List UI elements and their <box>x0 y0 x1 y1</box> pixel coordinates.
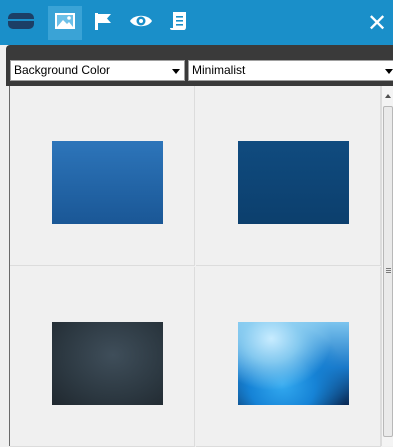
style-select-value: Minimalist <box>192 63 246 77</box>
filter-bar: Background Color Minimalist <box>6 58 393 86</box>
scroll-up-arrow[interactable] <box>385 94 391 98</box>
script-icon <box>169 10 189 37</box>
flag-icon <box>92 11 114 36</box>
close-button[interactable]: ✕ <box>363 8 391 38</box>
vertical-scrollbar[interactable] <box>381 86 393 446</box>
thumbnail-cell[interactable] <box>10 267 195 447</box>
chevron-down-icon <box>172 69 180 74</box>
thumbnail-grid <box>10 86 381 447</box>
thumbnail-blue-gradient[interactable] <box>52 141 163 224</box>
thumbnail-cell[interactable] <box>196 86 381 266</box>
scrollbar-thumb[interactable] <box>383 106 393 437</box>
chevron-down-icon <box>385 69 393 74</box>
grip-line <box>386 270 391 271</box>
toolbar: ✕ <box>0 0 393 45</box>
tab-script[interactable] <box>162 6 196 40</box>
thumbnail-cell[interactable] <box>196 267 381 447</box>
category-select-value: Background Color <box>14 63 111 77</box>
thumbnail-panel <box>9 86 393 447</box>
thumbnail-bokeh-blue[interactable] <box>238 322 349 405</box>
tab-flag[interactable] <box>86 6 120 40</box>
tab-layers[interactable] <box>4 6 38 40</box>
header-divider <box>6 45 393 58</box>
thumbnail-cell[interactable] <box>10 86 195 266</box>
image-icon <box>54 12 76 35</box>
thumbnail-slate[interactable] <box>52 322 163 405</box>
thumbnail-dark-blue[interactable] <box>238 141 349 224</box>
category-select[interactable]: Background Color <box>10 60 185 81</box>
grip-line <box>386 268 391 269</box>
grip-line <box>386 272 391 273</box>
tab-images[interactable] <box>48 6 82 40</box>
layers-icon <box>7 11 35 36</box>
close-icon: ✕ <box>366 9 388 37</box>
style-select[interactable]: Minimalist <box>188 60 393 81</box>
eye-icon <box>128 12 154 35</box>
tab-preview[interactable] <box>124 6 158 40</box>
